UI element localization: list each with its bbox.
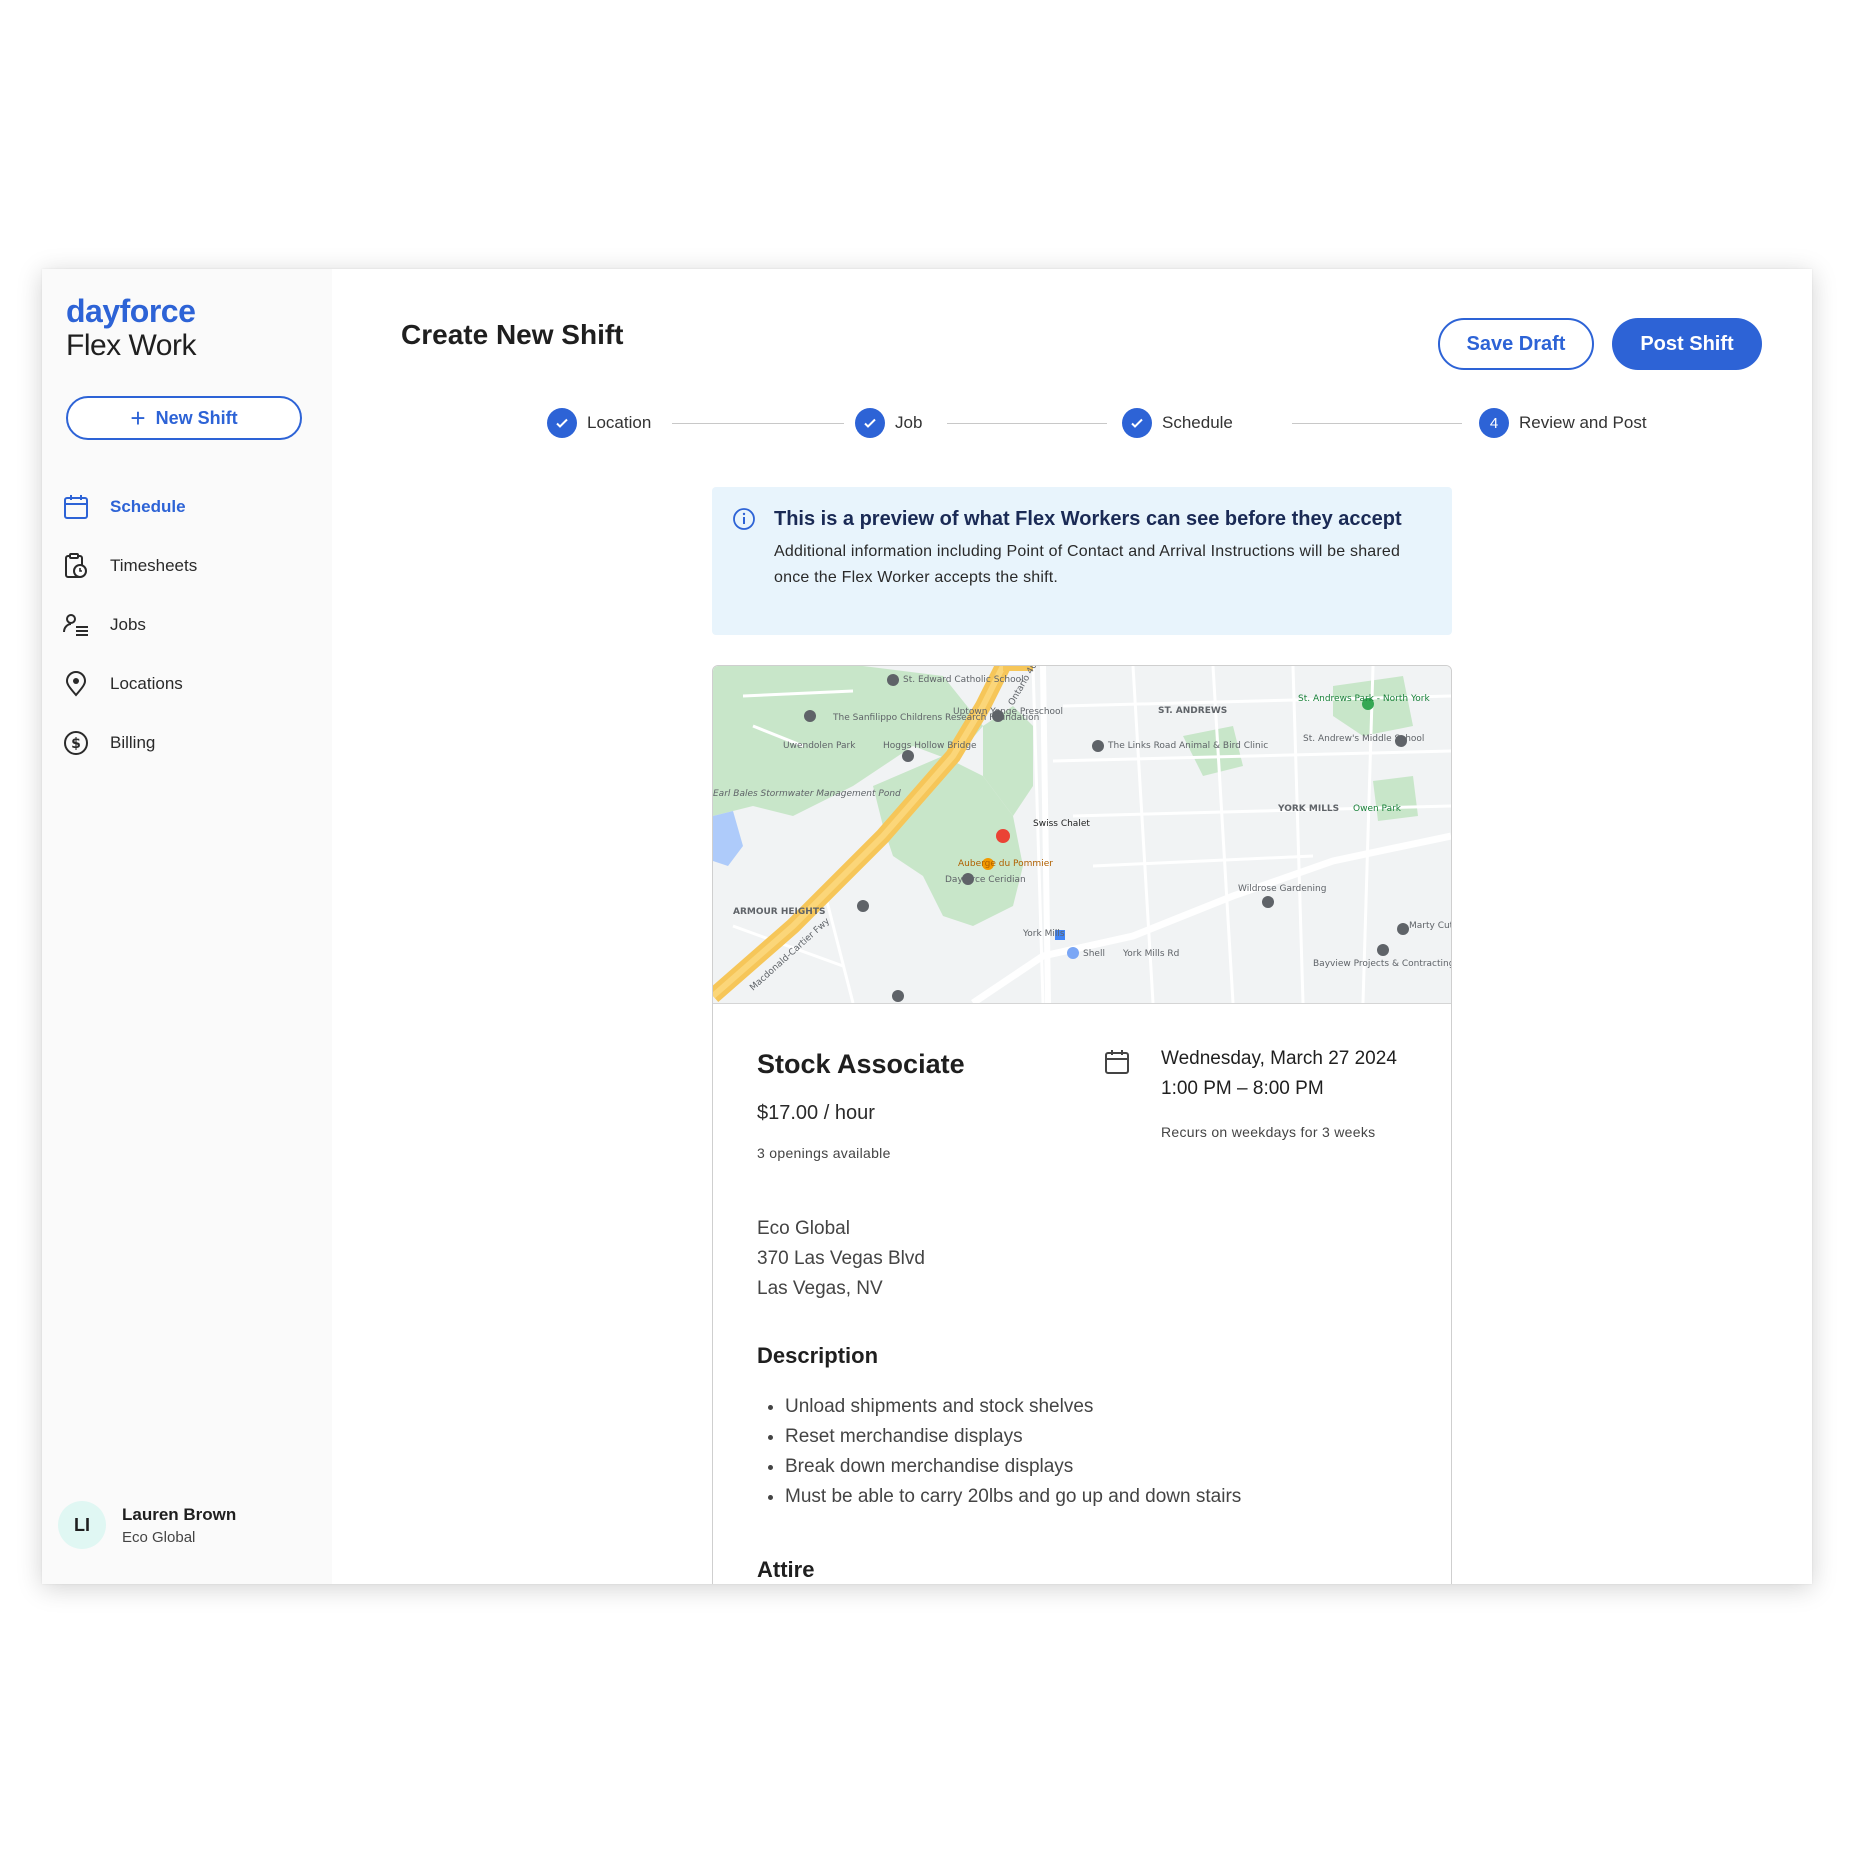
map-label-dayforce: Dayforce Ceridian — [945, 875, 1026, 885]
map-label-bayview: Bayview Projects & Contracting — [1313, 959, 1451, 969]
map-label-st-andrews-school: St. Andrew's Middle School — [1303, 734, 1424, 744]
sidebar-item-jobs[interactable]: Jobs — [62, 595, 312, 654]
check-icon — [1122, 408, 1152, 438]
attire-heading: Attire — [757, 1557, 815, 1582]
map-label-hoggs: Hoggs Hollow Bridge — [883, 741, 977, 751]
page-title: Create New Shift — [401, 319, 624, 350]
map-label-swiss-chalet: Swiss Chalet — [1033, 819, 1090, 829]
sidebar: dayforce Flex Work + New Shift Schedule … — [42, 269, 332, 1584]
svg-text:$: $ — [71, 736, 81, 752]
step-connector — [672, 423, 844, 424]
map-label-uptown-yonge: Uptown Yonge Preschool — [953, 707, 1063, 717]
avatar: LI — [58, 1501, 106, 1549]
map-label-uwendolen: Uwendolen Park — [783, 741, 856, 751]
info-icon — [732, 507, 756, 536]
location-map[interactable]: ST. ANDREWS YORK MILLS ARMOUR HEIGHTS Sw… — [713, 666, 1451, 1006]
logo-flex-work: Flex Work — [66, 329, 196, 362]
map-label-st-andrews-park: St. Andrews Park - North York — [1298, 694, 1430, 704]
sidebar-item-timesheets[interactable]: Timesheets — [62, 536, 312, 595]
map-label-armour-heights: ARMOUR HEIGHTS — [733, 907, 825, 917]
step-schedule[interactable]: Schedule — [1122, 407, 1233, 439]
description-heading: Description — [757, 1343, 879, 1368]
address-line2: Las Vegas, NV — [757, 1278, 883, 1299]
new-shift-button[interactable]: + New Shift — [66, 396, 302, 440]
plus-icon: + — [130, 403, 146, 433]
preview-info-banner: This is a preview of what Flex Workers c… — [712, 487, 1452, 635]
user-org: Eco Global — [122, 1528, 196, 1546]
timesheet-icon — [62, 552, 90, 580]
map-label-owen-park: Owen Park — [1353, 804, 1402, 814]
map-label-york-mills-station: York Mills — [1022, 929, 1065, 939]
map-label-york-mills: YORK MILLS — [1277, 804, 1339, 814]
step-label: Schedule — [1162, 413, 1233, 432]
step-label: Job — [895, 413, 923, 432]
address-line1: 370 Las Vegas Blvd — [757, 1248, 925, 1269]
openings-count: 3 openings available — [757, 1145, 891, 1161]
dollar-icon: $ — [62, 729, 90, 757]
step-connector — [1292, 423, 1462, 424]
step-label: Location — [587, 413, 652, 432]
sidebar-item-label: Locations — [110, 673, 183, 693]
shift-recurrence: Recurs on weekdays for 3 weeks — [1161, 1124, 1376, 1140]
jobs-icon — [62, 611, 90, 639]
description-list: Unload shipments and stock shelves Reset… — [757, 1392, 1241, 1512]
step-job[interactable]: Job — [855, 407, 922, 439]
sidebar-nav: Schedule Timesheets Jobs Locations $ Bil… — [62, 477, 312, 772]
map-label-shell: Shell — [1083, 949, 1105, 959]
map-label-st-edward: St. Edward Catholic School — [903, 675, 1024, 685]
calendar-icon — [1104, 1049, 1130, 1080]
pay-rate: $17.00 / hour — [757, 1102, 875, 1124]
step-connector — [947, 423, 1107, 424]
sidebar-item-label: Jobs — [110, 614, 146, 634]
map-label-st-andrews: ST. ANDREWS — [1158, 706, 1227, 716]
check-icon — [547, 408, 577, 438]
sidebar-item-billing[interactable]: $ Billing — [62, 713, 312, 772]
save-draft-button[interactable]: Save Draft — [1438, 318, 1594, 370]
user-profile[interactable]: LI Lauren Brown Eco Global — [58, 1501, 236, 1549]
sidebar-item-schedule[interactable]: Schedule — [62, 477, 312, 536]
new-shift-label: New Shift — [155, 407, 238, 428]
list-item: Break down merchandise displays — [785, 1452, 1241, 1482]
step-number: 4 — [1479, 408, 1509, 438]
map-label-marty: Marty Cutler & Life Coaching — [1409, 921, 1451, 931]
step-location[interactable]: Location — [547, 407, 651, 439]
company-name: Eco Global — [757, 1218, 850, 1239]
user-name: Lauren Brown — [122, 1504, 237, 1524]
address-block: Eco Global 370 Las Vegas Blvd Las Vegas,… — [757, 1214, 925, 1304]
sidebar-item-label: Billing — [110, 732, 156, 752]
banner-body: Additional information including Point o… — [774, 543, 1401, 586]
sidebar-item-label: Timesheets — [110, 555, 198, 575]
step-review-and-post[interactable]: 4 Review and Post — [1479, 407, 1647, 439]
map-label-wildrose: Wildrose Gardening — [1238, 884, 1326, 894]
shift-time: 1:00 PM – 8:00 PM — [1161, 1078, 1324, 1099]
logo-dayforce: dayforce — [66, 293, 196, 329]
stepper: Location Job Schedule 4 Review and Post — [547, 407, 1657, 439]
check-icon — [855, 408, 885, 438]
calendar-icon — [62, 493, 90, 521]
post-shift-button[interactable]: Post Shift — [1612, 318, 1762, 370]
location-pin-icon — [62, 670, 90, 698]
map-label-york-mills-rd: York Mills Rd — [1122, 949, 1179, 959]
list-item: Reset merchandise displays — [785, 1422, 1241, 1452]
sidebar-item-label: Schedule — [110, 496, 186, 516]
job-title: Stock Associate — [757, 1049, 965, 1079]
sidebar-item-locations[interactable]: Locations — [62, 654, 312, 713]
map-label-earl-bales: Earl Bales Stormwater Management Pond — [713, 789, 901, 799]
list-item: Unload shipments and stock shelves — [785, 1392, 1241, 1422]
list-item: Must be able to carry 20lbs and go up an… — [785, 1482, 1241, 1512]
shift-preview-card: ST. ANDREWS YORK MILLS ARMOUR HEIGHTS Sw… — [712, 665, 1452, 1584]
map-label-auberge: Auberge du Pommier — [958, 859, 1053, 869]
map-label-links-road: The Links Road Animal & Bird Clinic — [1107, 741, 1268, 751]
shift-date: Wednesday, March 27 2024 — [1161, 1048, 1397, 1069]
app-window: dayforce Flex Work + New Shift Schedule … — [42, 269, 1812, 1584]
step-label: Review and Post — [1519, 413, 1647, 432]
banner-title: This is a preview of what Flex Workers c… — [774, 508, 1402, 530]
